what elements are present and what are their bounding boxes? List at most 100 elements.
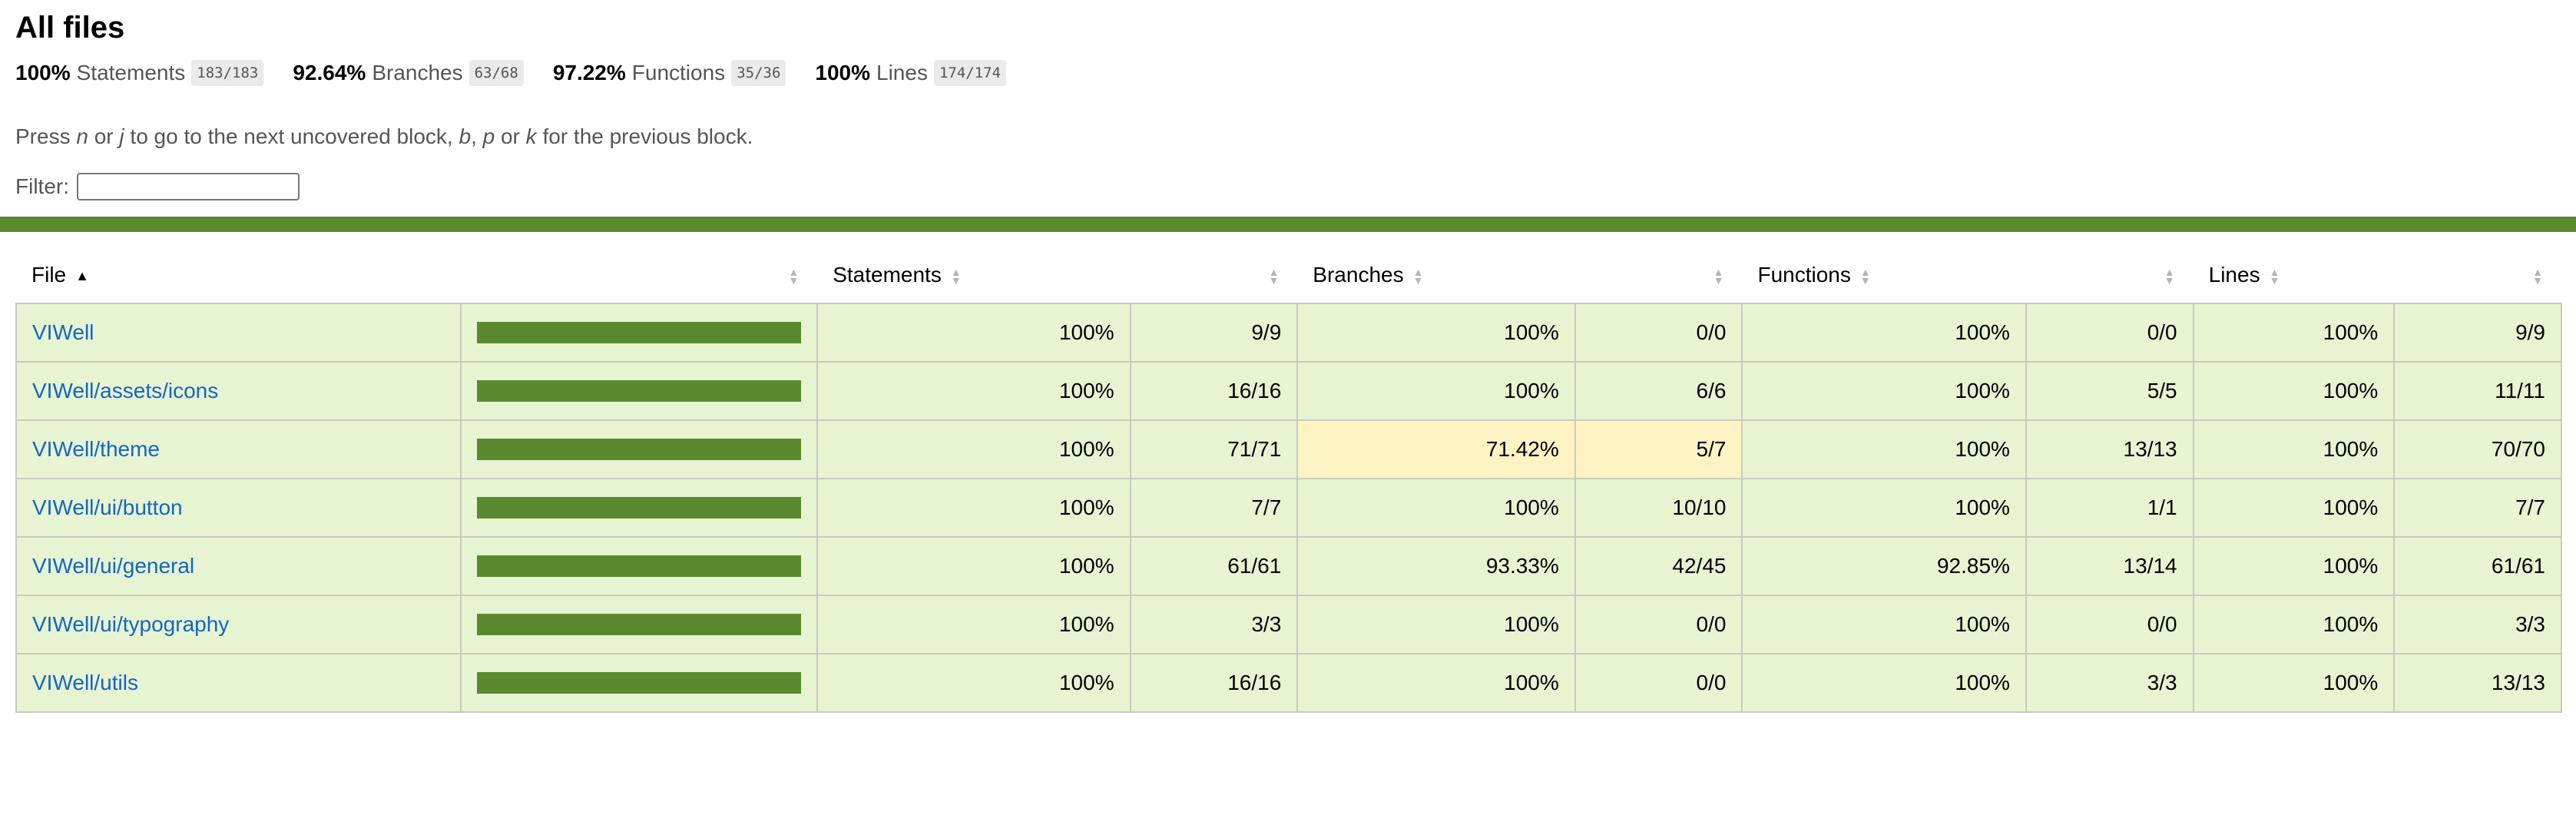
statements-pct: 100% — [816, 303, 1131, 363]
column-header-statements-fraction[interactable]: ▲ ▼ — [1131, 247, 1298, 303]
functions-pct: 100% — [1741, 361, 2027, 421]
summary-functions-fraction: 35/36 — [731, 60, 786, 86]
coverage-bar-fill — [477, 380, 802, 402]
statements-fraction: 16/16 — [1129, 361, 1299, 421]
coverage-bar-fill — [477, 439, 802, 460]
hint-key: p — [482, 124, 495, 148]
file-cell: VIWell/ui/general — [15, 536, 462, 596]
summary-functions: 97.22% Functions 35/36 — [553, 60, 786, 86]
coverage-bar-cell — [460, 419, 819, 479]
file-link[interactable]: VIWell/utils — [32, 671, 138, 694]
file-cell: VIWell — [15, 303, 462, 363]
column-header-lines-label: Lines — [2208, 263, 2260, 287]
filter-label: Filter: — [15, 174, 69, 198]
coverage-bar — [477, 380, 802, 402]
sort-ascending-icon: ▲ — [75, 268, 89, 284]
hint-key: j — [119, 124, 124, 148]
sort-icon: ▲ ▼ — [2164, 265, 2175, 287]
coverage-bar — [477, 555, 802, 577]
summary-statements-pct: 100% — [15, 61, 71, 84]
file-link[interactable]: VIWell/ui/button — [32, 495, 183, 519]
column-header-branches[interactable]: Branches ▲ ▼ — [1297, 247, 1574, 303]
statements-fraction: 71/71 — [1129, 419, 1299, 479]
file-link[interactable]: VIWell/ui/typography — [32, 612, 229, 636]
lines-fraction: 7/7 — [2393, 478, 2562, 538]
file-link[interactable]: VIWell — [32, 320, 94, 344]
table-row: VIWell/utils 100% 16/16 100% 0/0 100% 3/3 100% 1… — [15, 653, 2562, 713]
column-header-functions-fraction[interactable]: ▲ ▼ — [2026, 247, 2194, 303]
hint-key: n — [76, 124, 88, 148]
branches-fraction: 10/10 — [1574, 478, 1743, 538]
hint-text: , — [471, 124, 477, 148]
sort-icon: ▲ ▼ — [788, 265, 800, 287]
hint-text: Press — [15, 124, 71, 148]
coverage-bar-fill — [477, 614, 802, 635]
file-link[interactable]: VIWell/theme — [32, 437, 160, 461]
coverage-bar-cell — [460, 536, 819, 596]
summary-functions-label: Functions — [631, 61, 726, 84]
coverage-bar — [477, 439, 802, 460]
lines-pct: 100% — [2192, 361, 2396, 421]
table-row: VIWell/theme 100% 71/71 71.42% 5/7 100% 13/13 1… — [15, 419, 2562, 479]
branches-pct: 100% — [1296, 303, 1576, 363]
statements-fraction: 7/7 — [1129, 478, 1299, 538]
branches-pct: 93.33% — [1296, 536, 1576, 596]
coverage-table: File ▲ ▲ ▼ Statements ▲ ▼ ▲ ▼ Branches ▲ ▼ ▲ ▼ F… — [15, 247, 2562, 713]
statements-pct: 100% — [816, 478, 1131, 538]
statements-pct: 100% — [816, 595, 1131, 654]
summary-statements: 100% Statements 183/183 — [15, 60, 264, 86]
lines-pct: 100% — [2192, 419, 2396, 479]
summary-branches-fraction: 63/68 — [469, 60, 524, 86]
functions-pct: 100% — [1741, 303, 2027, 363]
coverage-bar-fill — [477, 322, 802, 343]
file-link[interactable]: VIWell/ui/general — [32, 554, 194, 578]
sort-icon: ▲ ▼ — [2269, 265, 2280, 287]
functions-fraction: 1/1 — [2025, 478, 2194, 538]
summary-lines: 100% Lines 174/174 — [815, 60, 1007, 86]
file-cell: VIWell/assets/icons — [15, 361, 462, 421]
file-link[interactable]: VIWell/assets/icons — [32, 379, 218, 403]
column-header-file[interactable]: File ▲ — [16, 247, 461, 303]
functions-fraction: 3/3 — [2025, 653, 2194, 713]
column-header-branches-fraction[interactable]: ▲ ▼ — [1575, 247, 1743, 303]
coverage-summary: 100% Statements 183/183 92.64% Branches … — [15, 55, 2561, 91]
lines-fraction: 61/61 — [2393, 536, 2562, 596]
branches-fraction: 0/0 — [1574, 595, 1743, 654]
branches-fraction: 6/6 — [1574, 361, 1743, 421]
column-header-lines[interactable]: Lines ▲ ▼ — [2194, 247, 2395, 303]
functions-fraction: 13/13 — [2025, 419, 2194, 479]
coverage-bar-cell — [460, 303, 819, 363]
table-row: VIWell/ui/typography 100% 3/3 100% 0/0 100% 0/… — [15, 595, 2562, 654]
coverage-bar-fill — [477, 672, 802, 694]
statements-fraction: 61/61 — [1129, 536, 1299, 596]
functions-fraction: 0/0 — [2025, 303, 2194, 363]
functions-pct: 100% — [1741, 595, 2027, 654]
column-header-file-bar[interactable]: ▲ ▼ — [461, 247, 817, 303]
branches-pct: 71.42% — [1296, 419, 1576, 479]
branches-fraction: 0/0 — [1574, 653, 1743, 713]
filter-input[interactable] — [77, 173, 300, 200]
column-header-lines-fraction[interactable]: ▲ ▼ — [2394, 247, 2561, 303]
coverage-bar — [477, 322, 802, 343]
column-header-file-label: File — [31, 263, 67, 287]
column-header-branches-label: Branches — [1313, 263, 1404, 287]
coverage-bar — [477, 497, 802, 519]
lines-fraction: 70/70 — [2393, 419, 2562, 479]
coverage-bar-fill — [477, 497, 802, 519]
sort-icon: ▲ ▼ — [1713, 265, 1724, 287]
sort-icon: ▲ ▼ — [950, 265, 962, 287]
summary-statements-fraction: 183/183 — [191, 60, 264, 86]
coverage-bar-fill — [477, 555, 802, 577]
column-header-statements[interactable]: Statements ▲ ▼ — [817, 247, 1130, 303]
coverage-bar-cell — [460, 595, 819, 654]
lines-pct: 100% — [2192, 303, 2396, 363]
lines-pct: 100% — [2192, 536, 2396, 596]
summary-lines-label: Lines — [876, 61, 928, 84]
branches-pct: 100% — [1296, 595, 1576, 654]
hint-key: k — [525, 124, 537, 148]
column-header-functions[interactable]: Functions ▲ ▼ — [1742, 247, 2025, 303]
statements-pct: 100% — [816, 536, 1131, 596]
column-header-functions-label: Functions — [1757, 263, 1851, 287]
lines-fraction: 13/13 — [2393, 653, 2562, 713]
hint-text: or — [500, 124, 520, 148]
